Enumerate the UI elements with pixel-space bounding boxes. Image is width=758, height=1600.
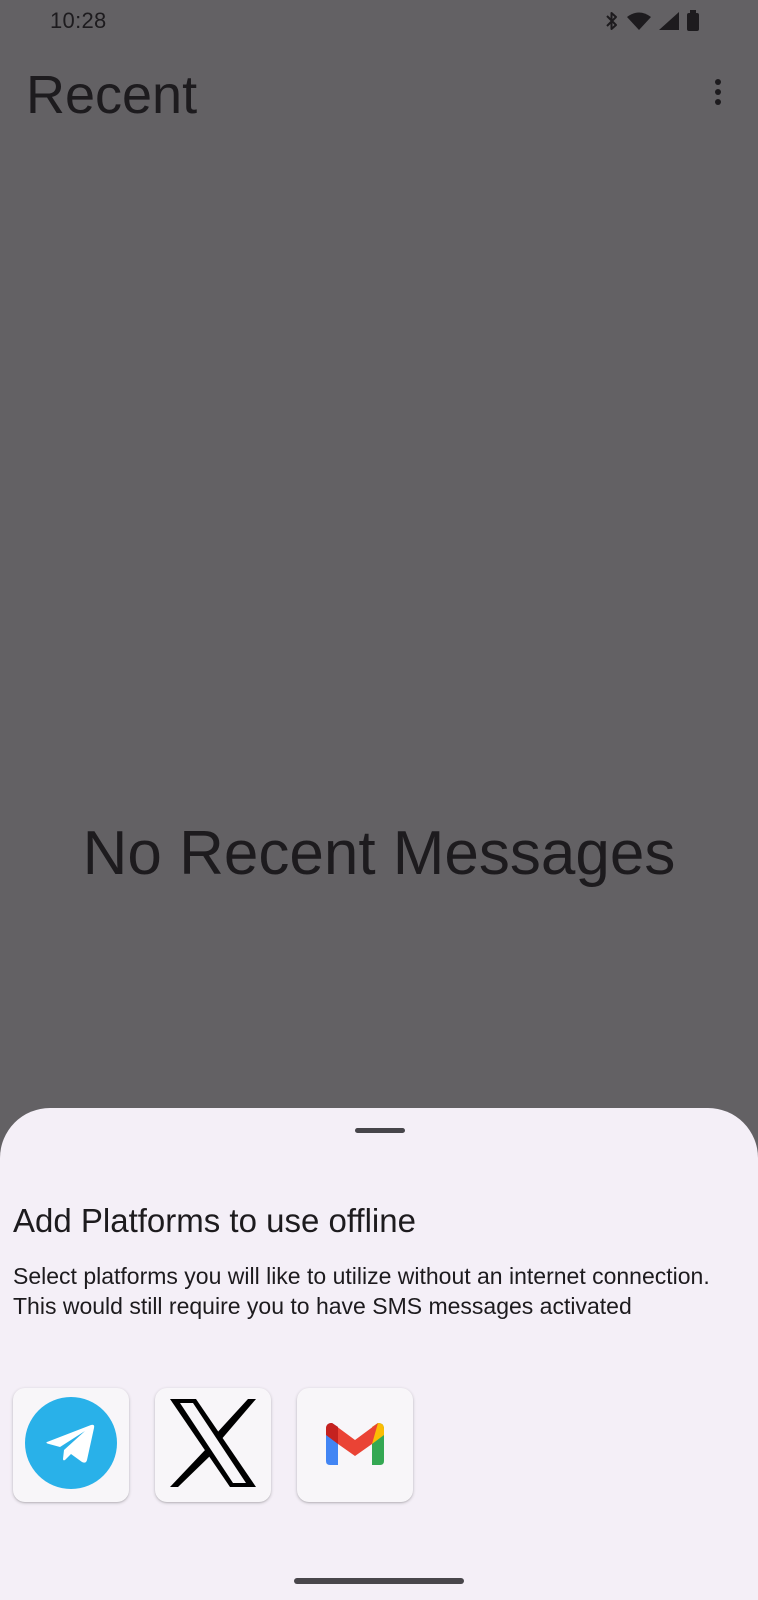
- battery-icon: [686, 10, 700, 32]
- status-icons: [604, 10, 700, 32]
- platform-list: [13, 1388, 413, 1502]
- status-time: 10:28: [50, 8, 107, 33]
- wifi-icon: [626, 11, 652, 31]
- drag-handle[interactable]: [355, 1128, 405, 1133]
- home-indicator[interactable]: [294, 1578, 464, 1584]
- sheet-description: Select platforms you will like to utiliz…: [13, 1263, 710, 1319]
- gmail-icon: [326, 1421, 384, 1470]
- signal-icon: [658, 11, 680, 31]
- platform-telegram-button[interactable]: [13, 1388, 129, 1502]
- x-icon: [168, 1397, 258, 1494]
- platform-gmail-button[interactable]: [297, 1388, 413, 1502]
- more-options-button[interactable]: [700, 76, 736, 112]
- empty-state-message: No Recent Messages: [82, 819, 676, 888]
- sheet-title: Add Platforms to use offline: [13, 1202, 416, 1239]
- telegram-icon: [25, 1396, 117, 1494]
- status-bar: 10:28: [0, 0, 758, 44]
- page-title: Recent: [26, 65, 198, 125]
- bluetooth-icon: [604, 10, 620, 32]
- more-vert-icon: [713, 78, 723, 111]
- platform-x-button[interactable]: [155, 1388, 271, 1502]
- recent-screen: 10:28 Recent No Recent Messages Add Plat…: [0, 0, 758, 1600]
- add-platforms-bottom-sheet: Add Platforms to use offline Select plat…: [0, 1108, 758, 1600]
